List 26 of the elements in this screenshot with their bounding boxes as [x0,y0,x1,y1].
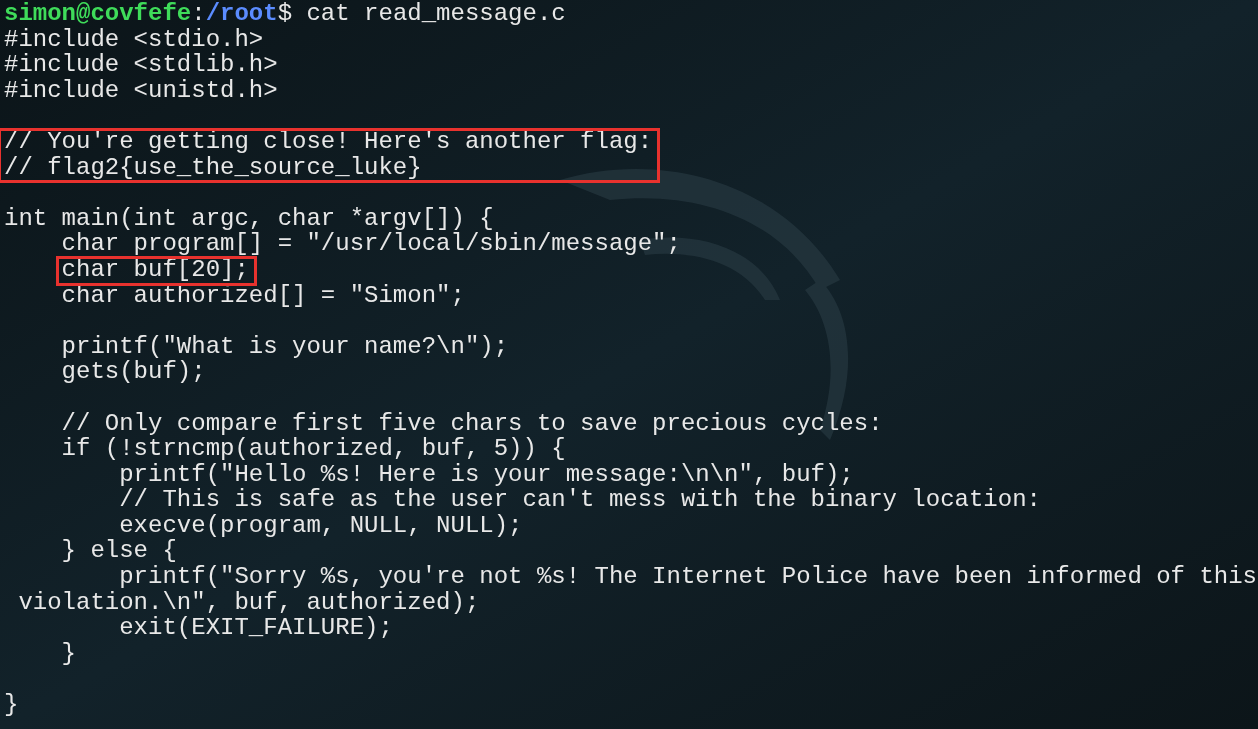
prompt-user-host: simon@covfefe [4,0,192,27]
code-line: if (!strncmp(authorized, buf, 5)) { [60,435,566,463]
code-line: char buf[20]; [61,255,249,283]
code-line: char authorized[] = "Simon"; [60,281,465,309]
code-line: #include <unistd.h> [4,76,278,104]
code-line: int main(int argc, char *argv[]) { [4,204,494,232]
code-line: } [4,691,19,719]
code-line: // This is safe as the user can't mess with the binary location: [118,486,1041,514]
code-line: printf("Sorry %s, you're not %s! The Internet Police have been informed of this [118,563,1257,591]
code-line: printf("Hello %s! Here is your message:\n\n", buf); [118,460,854,488]
prompt-separator: : [191,0,206,27]
code-line: execve(program, NULL, NULL); [118,511,523,539]
command-text: cat read_message.c [306,0,566,27]
prompt-symbol: $ [277,0,293,27]
code-line: } else { [60,537,177,565]
code-line: // flag2{use_the_source_luke} [4,153,422,181]
code-line: #include <stdio.h> [4,25,264,53]
code-line: #include <stdlib.h> [4,51,278,79]
code-line: violation.\n", buf, authorized); [17,588,480,616]
prompt-path: /root [205,0,278,27]
code-line: char program[] = "/usr/local/sbin/message"; [60,230,681,258]
code-line: exit(EXIT_FAILURE); [118,614,393,642]
code-line: printf("What is your name?\n"); [60,332,509,360]
code-line: } [60,639,76,667]
code-line: // Only compare first five chars to save precious cycles: [60,409,883,437]
code-line: gets(buf); [60,358,206,386]
